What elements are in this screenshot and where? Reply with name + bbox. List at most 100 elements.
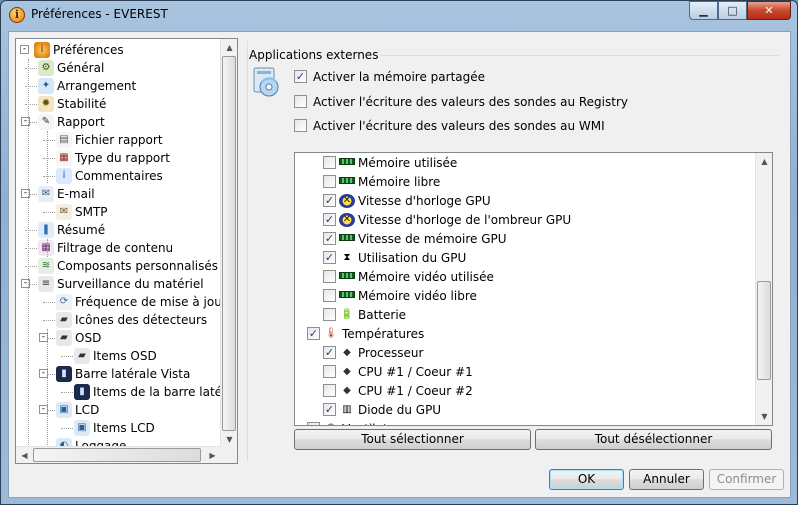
external-apps-large-icon: [250, 66, 282, 98]
sensor-checkbox[interactable]: ✓: [323, 213, 336, 226]
sensor-checkbox[interactable]: ✓: [323, 251, 336, 264]
tree-item-sidebar-items[interactable]: ▮ Items de la barre latér: [74, 383, 221, 401]
tree-vertical-scrollbar[interactable]: ▲ ▼: [220, 39, 237, 448]
sensor-row[interactable]: ✓ ⧗ Utilisation du GPU: [323, 249, 466, 268]
sensor-list-scroll-thumb[interactable]: [757, 281, 771, 380]
sensor-list: Mémoire utilisée Mémoire libre ✓ ✕ Vitesse d…: [294, 152, 773, 426]
tree-item-report[interactable]: ✎ Rapport: [38, 113, 105, 131]
shared-memory-checkbox[interactable]: ✓: [294, 70, 307, 83]
tree-item-info[interactable]: i Préférences: [34, 41, 124, 59]
option-shared-memory[interactable]: ✓ Activer la mémoire partagée: [294, 70, 485, 84]
tree-item-label: Préférences: [53, 43, 124, 57]
scroll-up-arrow-icon[interactable]: ▲: [221, 39, 238, 56]
scroll-right-arrow-icon[interactable]: ▶: [204, 447, 221, 464]
close-button[interactable]: ✕: [747, 1, 791, 20]
tree-item-arrangement[interactable]: ✦ Arrangement: [38, 77, 136, 95]
tree-connector: [25, 86, 37, 87]
sensor-label: CPU #1 / Coeur #2: [358, 384, 473, 398]
shared-memory-label: Activer la mémoire partagée: [313, 70, 486, 84]
sensor-label: Ventilateurs: [342, 422, 414, 425]
option-wmi[interactable]: Activer l'écriture des valeurs des sonde…: [294, 119, 605, 133]
sensor-row[interactable]: ◆ CPU #1 / Coeur #1: [323, 363, 473, 382]
sensor-checkbox[interactable]: ✓: [307, 422, 320, 425]
deselect-all-button[interactable]: Tout désélectionner: [535, 429, 772, 450]
list-scroll-down-arrow-icon[interactable]: ▼: [756, 408, 772, 425]
scroll-left-arrow-icon[interactable]: ◀: [16, 447, 33, 464]
sensor-row[interactable]: 🔋 Batterie: [323, 306, 406, 325]
sensor-checkbox[interactable]: ✓: [323, 194, 336, 207]
tree-item-sensor[interactable]: ▰ Icônes des détecteurs: [56, 311, 207, 329]
sensor-icon: ▰: [56, 311, 72, 328]
tree-item-lcd[interactable]: ▣ LCD: [56, 401, 99, 419]
sensor-checkbox[interactable]: [323, 156, 336, 169]
tree-item-smtp[interactable]: ✉ SMTP: [56, 203, 108, 221]
tree-item-label: OSD: [75, 331, 102, 345]
app-info-icon[interactable]: i: [9, 7, 25, 23]
sensor-row[interactable]: ✓✇Ventilateurs: [307, 420, 414, 425]
tree-connector: [43, 176, 55, 177]
cancel-button[interactable]: Annuler: [629, 469, 704, 490]
tree-item-sidebar[interactable]: ▮ Barre latérale Vista: [56, 365, 190, 383]
sensor-list-scrollbar[interactable]: ▲ ▼: [755, 153, 772, 425]
tree-item-osd[interactable]: ▰ OSD: [56, 329, 101, 347]
ram-icon: [339, 291, 355, 298]
select-all-button[interactable]: Tout sélectionner: [294, 429, 531, 450]
option-registry[interactable]: Activer l'écriture des valeurs des sonde…: [294, 95, 628, 109]
list-scroll-up-arrow-icon[interactable]: ▲: [756, 153, 772, 170]
sensor-row[interactable]: Mémoire vidéo libre: [323, 287, 477, 306]
tree-item-lcd-items[interactable]: ▣ Items LCD: [74, 419, 155, 437]
sensor-checkbox[interactable]: ✓: [323, 346, 336, 359]
tree-item-stability[interactable]: ✹ Stabilité: [38, 95, 106, 113]
sensor-row[interactable]: ✓ ◆ Processeur: [323, 344, 423, 363]
tree-collapse-toggle[interactable]: -: [20, 45, 29, 54]
sensor-checkbox[interactable]: ✓: [307, 327, 320, 340]
sensor-row[interactable]: ✓ ✕ Vitesse d'horloge GPU: [323, 192, 491, 211]
sensor-checkbox[interactable]: [323, 289, 336, 302]
tree-item-file[interactable]: ▤ Fichier rapport: [56, 131, 163, 149]
tree-item-hardware[interactable]: ≡ Surveillance du matériel: [38, 275, 204, 293]
tree-vscroll-thumb[interactable]: [222, 56, 236, 431]
tree-item-components[interactable]: ≋ Composants personnalisés: [38, 257, 218, 275]
sensor-row[interactable]: ✓ Vitesse de mémoire GPU: [323, 230, 507, 249]
gpu-clock-icon: ✕: [339, 212, 355, 227]
confirm-button[interactable]: Confirmer: [709, 469, 784, 490]
sensor-checkbox[interactable]: ✓: [323, 232, 336, 245]
sensor-row[interactable]: Mémoire vidéo utilisée: [323, 268, 494, 287]
sensor-row[interactable]: ✓ ✕ Vitesse d'horloge de l'ombreur GPU: [323, 211, 571, 230]
tree-item-email[interactable]: ✉ E-mail: [38, 185, 95, 203]
sensor-checkbox[interactable]: [323, 365, 336, 378]
report-type-icon: ▦: [56, 149, 72, 166]
sensor-checkbox[interactable]: ✓: [323, 403, 336, 416]
sensor-checkbox[interactable]: [323, 175, 336, 188]
osd-icon: ▰: [56, 329, 72, 346]
title-bar[interactable]: i Préférences - EVEREST ▁ □ ✕: [1, 1, 797, 29]
sensor-checkbox[interactable]: [323, 308, 336, 321]
tree-item-report-type[interactable]: ▦ Type du rapport: [56, 149, 170, 167]
sensor-row[interactable]: ◆ CPU #1 / Coeur #2: [323, 382, 473, 401]
maximize-button[interactable]: □: [718, 1, 747, 20]
tree-item-refresh[interactable]: ⟳ Fréquence de mise à jour: [56, 293, 221, 311]
sensor-row[interactable]: Mémoire utilisée: [323, 154, 457, 173]
osd-items-icon: ▰: [74, 347, 90, 364]
sensor-checkbox[interactable]: [323, 384, 336, 397]
wmi-checkbox[interactable]: [294, 119, 307, 132]
tree-horizontal-scrollbar[interactable]: ◀ ▶: [16, 446, 221, 463]
tree-trunk-line: [47, 239, 48, 257]
tree-hscroll-thumb[interactable]: [33, 448, 201, 462]
tree-item-filter[interactable]: ▦ Filtrage de contenu: [38, 239, 173, 257]
ok-button[interactable]: OK: [549, 469, 624, 490]
tree-item-osd-items[interactable]: ▰ Items OSD: [74, 347, 157, 365]
minimize-button[interactable]: ▁: [689, 1, 718, 20]
tree-item-info-small[interactable]: i Commentaires: [56, 167, 163, 185]
tree-scroll-area: - i Préférences ⚙ Général ✦ Arrangement ✹ Stabil…: [16, 39, 221, 448]
sensor-checkbox[interactable]: [323, 270, 336, 283]
registry-checkbox[interactable]: [294, 95, 307, 108]
sensor-row[interactable]: ✓ 🌡 Températures: [307, 325, 424, 344]
tree-item-general[interactable]: ⚙ Général: [38, 59, 104, 77]
lcd-icon: ▣: [56, 401, 72, 418]
gpu-clock-icon: ✕: [339, 193, 355, 208]
tree-item-summary[interactable]: ❚ Résumé: [38, 221, 105, 239]
tree-item-label: Commentaires: [75, 169, 163, 183]
sensor-row[interactable]: Mémoire libre: [323, 173, 440, 192]
sensor-row[interactable]: ✓ ▥ Diode du GPU: [323, 401, 441, 420]
